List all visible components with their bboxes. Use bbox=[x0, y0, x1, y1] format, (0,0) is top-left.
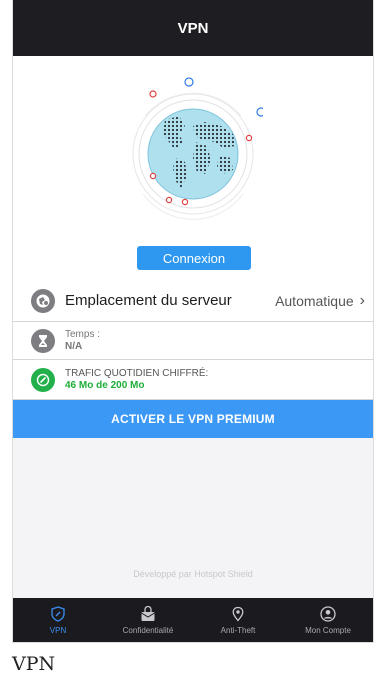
shield-icon bbox=[51, 606, 65, 622]
server-location-row[interactable]: Emplacement du serveur Automatique › bbox=[13, 280, 373, 322]
bottom-tab-bar: VPN Confidentialité Anti-Theft Mon Compt… bbox=[13, 598, 373, 642]
traffic-label: TRAFIC QUOTIDIEN CHIFFRÉ: bbox=[65, 368, 209, 379]
link-icon bbox=[31, 367, 55, 392]
chevron-right-icon: › bbox=[359, 291, 365, 309]
server-location-value: Automatique bbox=[275, 292, 354, 309]
activate-premium-button[interactable]: ACTIVER LE VPN PREMIUM bbox=[13, 400, 373, 438]
traffic-row: TRAFIC QUOTIDIEN CHIFFRÉ: 46 Mo de 200 M… bbox=[13, 360, 373, 400]
tab-anti-theft[interactable]: Anti-Theft bbox=[193, 598, 283, 642]
tab-label: Anti-Theft bbox=[220, 626, 256, 635]
privacy-icon bbox=[141, 606, 155, 621]
page-title: VPN bbox=[177, 19, 209, 37]
app-frame: VPN Connexion Emplacement du serveur Aut… bbox=[12, 0, 374, 643]
connection-panel: Connexion bbox=[13, 56, 373, 280]
account-icon bbox=[320, 606, 336, 622]
globe-illustration bbox=[123, 76, 266, 256]
time-value: N/A bbox=[65, 340, 83, 352]
tab-label: Confidentialité bbox=[122, 626, 174, 635]
hourglass-icon bbox=[31, 328, 55, 353]
server-location-label: Emplacement du serveur bbox=[65, 292, 232, 309]
time-row: Temps : N/A bbox=[13, 322, 373, 360]
tab-label: Mon Compte bbox=[305, 626, 351, 635]
powered-by-note: Développé par Hotspot Shield bbox=[133, 569, 253, 579]
tab-privacy[interactable]: Confidentialité bbox=[103, 598, 193, 642]
top-bar: VPN bbox=[13, 0, 373, 56]
tab-account[interactable]: Mon Compte bbox=[283, 598, 373, 642]
time-label: Temps : bbox=[65, 329, 101, 340]
location-pin-icon bbox=[232, 606, 244, 622]
connect-button[interactable]: Connexion bbox=[137, 246, 251, 270]
screen-caption: VPN bbox=[12, 653, 56, 675]
globe-pin-icon bbox=[31, 288, 55, 313]
tab-vpn[interactable]: VPN bbox=[13, 598, 103, 642]
traffic-value: 46 Mo de 200 Mo bbox=[65, 379, 145, 391]
tab-label: VPN bbox=[49, 626, 67, 635]
